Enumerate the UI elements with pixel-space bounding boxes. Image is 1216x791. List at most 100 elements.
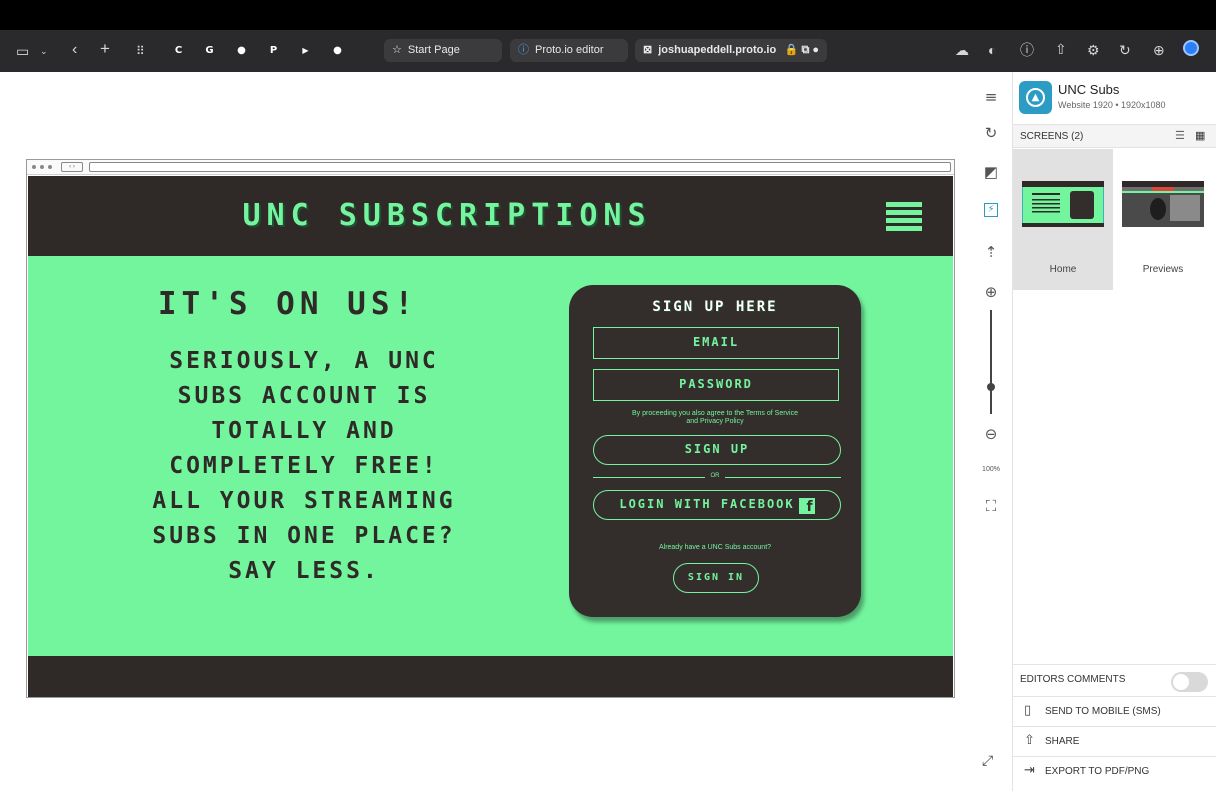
- screens-header: SCREENS (2) ☰ ▦: [1013, 124, 1216, 148]
- c-extension-icon[interactable]: C: [170, 42, 187, 59]
- already-have-account-text: Already have a UNC Subs account?: [658, 544, 772, 551]
- profile-avatar[interactable]: [1183, 40, 1199, 56]
- grammarly-icon[interactable]: G: [201, 42, 218, 59]
- grid-view-icon[interactable]: ▦: [1195, 131, 1205, 142]
- site-title: UNC SUBSCRIPTIONS: [242, 198, 652, 233]
- red-extension-icon[interactable]: ●: [233, 42, 250, 59]
- project-name: UNC Subs: [1058, 82, 1120, 97]
- reddit-icon[interactable]: ●: [329, 42, 346, 59]
- zoom-slider-handle[interactable]: [987, 382, 995, 391]
- blurb-line: SUBS ACCOUNT IS: [177, 383, 431, 409]
- project-icon: ▲: [1019, 81, 1052, 114]
- screens-label: SCREENS (2): [1020, 131, 1084, 142]
- screen-previews[interactable]: Previews: [1113, 149, 1213, 290]
- info-icon: ⓘ: [518, 44, 529, 56]
- info-icon[interactable]: ⓘ: [1020, 41, 1034, 59]
- blurb-line: SUBS IN ONE PLACE?: [152, 523, 456, 549]
- project-logo-icon: ▲: [1026, 88, 1045, 107]
- project-meta: Website 1920 • 1920x1080: [1058, 100, 1166, 110]
- project-panel: ▲ UNC Subs Website 1920 • 1920x1080 SCRE…: [1012, 72, 1216, 791]
- fullscreen-icon[interactable]: ⛶: [982, 497, 1000, 515]
- browser-toolbar: ▭ ⌄ ‹ + ⠿ C G ● P ▶ ● ☆ Start Page ⓘ Proto…: [0, 30, 1216, 72]
- settings-gear-icon[interactable]: ⚙: [1087, 41, 1100, 59]
- menu-icon[interactable]: ≡: [982, 88, 1000, 106]
- window-dot-icon: [48, 165, 52, 169]
- blurb-line: TOTALLY AND: [211, 418, 397, 444]
- divider: [593, 477, 705, 478]
- signup-title: SIGN UP HERE: [652, 299, 778, 315]
- email-field[interactable]: EMAIL: [593, 327, 839, 359]
- sign-up-button[interactable]: SIGN UP: [593, 435, 841, 465]
- export-icon: ⇥: [1024, 763, 1035, 778]
- phone-icon: ▯: [1024, 703, 1032, 718]
- tab-label: Proto.io editor: [535, 44, 604, 56]
- signup-card: SIGN UP HERE EMAIL PASSWORD By proceedin…: [569, 285, 861, 617]
- blurb-line: ALL YOUR STREAMING: [152, 488, 456, 514]
- screen-label: Home: [1049, 264, 1077, 275]
- editors-comments-label: EDITORS COMMENTS: [1020, 674, 1126, 685]
- share-icon[interactable]: ⇧: [1055, 40, 1067, 58]
- send-to-mobile-row[interactable]: ▯ SEND TO MOBILE (SMS): [1013, 696, 1216, 726]
- sign-in-button[interactable]: SIGN IN: [673, 563, 759, 593]
- tab-label: joshuapeddell.proto.io: [658, 44, 777, 56]
- star-icon: ☆: [392, 44, 402, 56]
- sidebar-toggle-icon[interactable]: ▭: [16, 42, 29, 60]
- mock-url-bar: [89, 162, 951, 172]
- p-extension-icon[interactable]: P: [265, 42, 282, 59]
- password-field[interactable]: PASSWORD: [593, 369, 839, 401]
- home-thumbnail: [1022, 181, 1104, 227]
- tab-overview-icon[interactable]: ⠿: [136, 42, 145, 60]
- window-dot-icon: [32, 165, 36, 169]
- blurb-line: COMPLETELY FREE!: [169, 453, 439, 479]
- editors-comments-row: EDITORS COMMENTS: [1013, 664, 1216, 694]
- terms-text: By proceeding you also agree to the Term…: [631, 410, 799, 425]
- icloud-icon[interactable]: ☁: [955, 41, 969, 59]
- zoom-in-icon[interactable]: ⊕: [982, 283, 1000, 301]
- hero-blurb: SERIOUSLY, A UNC SUBS ACCOUNT IS TOTALLY…: [114, 344, 494, 589]
- site-footer: [28, 656, 953, 697]
- page-icon: ⊠: [643, 44, 653, 56]
- hotspot-icon[interactable]: ⚡: [984, 203, 998, 217]
- share-icon: ⇧: [1024, 733, 1035, 748]
- share-row[interactable]: ⇧ SHARE: [1013, 726, 1216, 756]
- nav-arrows-icon: ‹ ›: [61, 162, 83, 172]
- youtube-icon[interactable]: ▶: [297, 42, 314, 59]
- divider: [725, 477, 841, 478]
- blurb-line: SERIOUSLY, A UNC: [169, 348, 439, 374]
- blurb-line: SAY LESS.: [228, 558, 380, 584]
- new-tab-icon[interactable]: +: [100, 40, 110, 58]
- hero-section: IT'S ON US! SERIOUSLY, A UNC SUBS ACCOUN…: [28, 256, 953, 656]
- window-dot-icon: [40, 165, 44, 169]
- send-to-mobile-label: SEND TO MOBILE (SMS): [1045, 706, 1161, 717]
- privacy-shield-icon[interactable]: ◐: [988, 41, 996, 59]
- downloads-icon[interactable]: ⊕: [1153, 41, 1165, 59]
- menu-bar-strip: [0, 0, 1216, 30]
- screen-home[interactable]: Home: [1013, 149, 1113, 290]
- facebook-icon: f: [798, 498, 815, 515]
- tab-proto-editor[interactable]: ⓘ Proto.io editor: [510, 39, 628, 62]
- zoom-out-icon[interactable]: ⊖: [982, 425, 1000, 443]
- expand-icon[interactable]: ⤢: [982, 753, 993, 769]
- zoom-level: 100%: [982, 466, 1000, 473]
- site-header: UNC SUBSCRIPTIONS: [28, 176, 953, 256]
- editors-comments-toggle[interactable]: [1171, 672, 1208, 692]
- contrast-icon[interactable]: ◩: [982, 163, 1000, 181]
- tab-start-page[interactable]: ☆ Start Page: [384, 39, 502, 62]
- list-view-icon[interactable]: ☰: [1175, 131, 1185, 142]
- reload-icon[interactable]: ↻: [1119, 41, 1131, 59]
- upload-icon[interactable]: ⇡: [982, 243, 1000, 261]
- tab-label: Start Page: [407, 44, 460, 56]
- refresh-icon[interactable]: ↻: [982, 124, 1000, 142]
- screen-label: Previews: [1142, 264, 1184, 275]
- facebook-login-label: LOGIN WITH FACEBOOK: [619, 497, 795, 511]
- chevron-down-icon[interactable]: ⌄: [40, 42, 48, 60]
- export-row[interactable]: ⇥ EXPORT TO PDF/PNG: [1013, 756, 1216, 786]
- zoom-slider[interactable]: [990, 310, 992, 414]
- back-icon[interactable]: ‹: [72, 41, 77, 59]
- or-label: OR: [710, 473, 720, 479]
- facebook-login-button[interactable]: LOGIN WITH FACEBOOK f: [593, 490, 841, 520]
- preview-frame: ‹ › UNC SUBSCRIPTIONS IT'S ON US! SERIOU…: [26, 159, 955, 698]
- export-label: EXPORT TO PDF/PNG: [1045, 766, 1150, 777]
- hero-headline: IT'S ON US!: [157, 286, 419, 322]
- tab-proto-preview[interactable]: ⊠ joshuapeddell.proto.io 🔒 ⧉ ●: [635, 39, 827, 62]
